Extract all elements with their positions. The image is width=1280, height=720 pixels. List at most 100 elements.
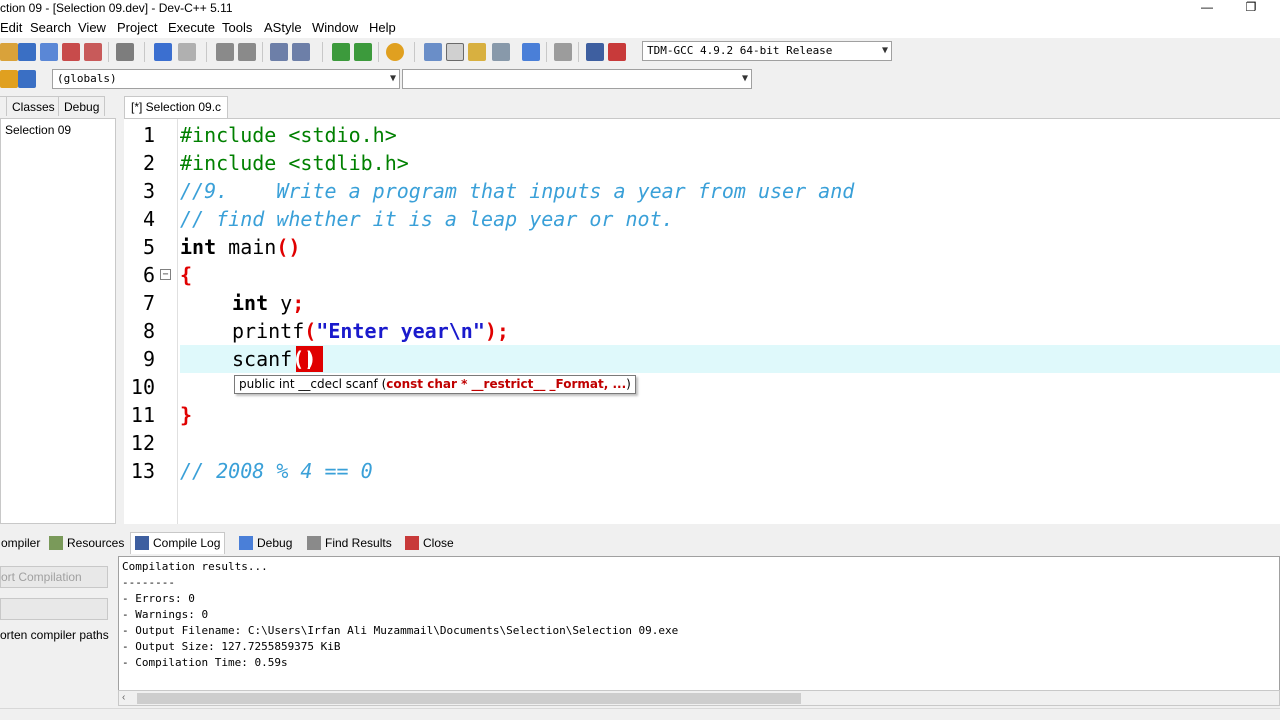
scroll-left-icon[interactable]: ‹ [122,691,125,705]
indent-icon[interactable] [270,43,288,61]
toolbar-separator [378,42,379,62]
check-syntax-icon[interactable] [522,43,540,61]
run-icon[interactable] [446,43,464,61]
close-all-icon[interactable] [84,43,102,61]
save-all-icon[interactable] [40,43,58,61]
function-hint-tooltip: public int __cdecl scanf (const char * _… [234,375,636,394]
shorten-paths-checkbox[interactable]: orten compiler paths [0,628,109,642]
title-bar: ction 09 - [Selection 09.dev] - Dev-C++ … [0,0,1280,18]
scope-select-value: (globals) [57,72,117,85]
menu-window[interactable]: Window [312,20,358,35]
tab-resources[interactable]: Resources [44,532,129,554]
menu-execute[interactable]: Execute [168,20,215,35]
code-line-6: { [180,263,193,287]
line-number: 7 [142,291,155,315]
main-toolbar: TDM-GCC 4.9.2 64-bit Release ▼ [0,38,1280,66]
tab-classes[interactable]: Classes [6,96,61,116]
paren-symbol: ); [484,319,509,343]
tab-find-results-label: Find Results [325,536,392,550]
string-literal: "Enter year\n" [316,319,485,343]
insert-icon[interactable] [18,70,36,88]
save-icon[interactable] [18,43,36,61]
undo-icon[interactable] [154,43,172,61]
profile-icon[interactable] [586,43,604,61]
line-number: 8 [142,319,155,343]
tree-item-project[interactable]: Selection 09 [5,123,71,137]
tab-compile-log[interactable]: Compile Log [130,532,226,554]
menu-bar: Edit Search View Project Execute Tools A… [0,18,1280,38]
tab-selection-09-c[interactable]: [*] Selection 09.c [124,96,229,118]
project-tree: Selection 09 [0,118,116,524]
menu-astyle[interactable]: AStyle [264,20,302,35]
menu-search[interactable]: Search [30,20,71,35]
project-panel: Classes Debug Selection 09 [0,96,118,524]
compile-controls: ort Compilation orten compiler paths [0,556,116,706]
log-horizontal-scrollbar[interactable]: ‹ [118,690,1280,706]
tab-debug-output[interactable]: Debug [234,532,297,554]
log-line: - Warnings: 0 [122,608,209,621]
tooltip-signature: public int __cdecl scanf ( [239,377,387,391]
toolbar-separator [322,42,323,62]
line-number-gutter: 1 2 3 4 5 6 7 8 9 10 11 12 13 − [124,119,178,524]
menu-view[interactable]: View [78,20,106,35]
find-icon[interactable] [216,43,234,61]
compiler-select[interactable]: TDM-GCC 4.9.2 64-bit Release ▼ [642,41,892,61]
compile-icon[interactable] [424,43,442,61]
close-file-icon[interactable] [62,43,80,61]
tab-find-results[interactable]: Find Results [302,532,397,554]
paren-symbol: ( [304,319,317,343]
new-file-icon[interactable] [0,43,18,61]
menu-edit[interactable]: Edit [0,20,22,35]
tab-debug-label: Debug [257,536,293,550]
keyword-int: int [232,291,269,315]
scrollbar-thumb[interactable] [137,693,801,704]
compile-log-icon [135,536,149,550]
delete-profile-icon[interactable] [608,43,626,61]
minimize-icon[interactable]: — [1184,0,1230,18]
menu-help[interactable]: Help [369,20,396,35]
code-line-9: scanf() [180,345,316,373]
restore-icon[interactable]: ❐ [1228,0,1274,18]
toolbar-separator [144,42,145,62]
compiler-select-value: TDM-GCC 4.9.2 64-bit Release [647,44,833,57]
log-line: - Compilation Time: 0.59s [122,656,288,669]
toolbar-separator [206,42,207,62]
code-line-13: // 2008 % 4 == 0 [180,459,373,483]
line-number: 5 [142,235,155,259]
rebuild-icon[interactable] [492,43,510,61]
log-line: - Output Size: 127.7255859375 KiB [122,640,341,653]
project-panel-tabs: Classes Debug [0,96,118,116]
editor-tabs: [*] Selection 09.c [122,96,1280,118]
line-number: 6 [142,263,155,287]
line-number: 11 [130,403,155,427]
menu-tools[interactable]: Tools [222,20,252,35]
fold-toggle-icon[interactable]: − [160,269,171,280]
scope-select[interactable]: (globals) ▼ [52,69,400,89]
tab-debug[interactable]: Debug [58,96,106,116]
menu-project[interactable]: Project [117,20,157,35]
goto-line-icon[interactable] [332,43,350,61]
compile-log: Compilation results... -------- - Errors… [118,556,1280,690]
code-editor[interactable]: 1 2 3 4 5 6 7 8 9 10 11 12 13 − #include… [124,118,1280,524]
identifier-y: y [268,291,293,315]
tab-close[interactable]: Close [400,532,459,554]
function-select[interactable]: ▼ [402,69,752,89]
line-number: 3 [142,179,155,203]
tab-compiler-label: ompiler [1,536,41,550]
abort-compilation-button[interactable]: ort Compilation [0,566,108,588]
redo-icon[interactable] [178,43,196,61]
tab-compiler[interactable]: ompiler [0,532,45,554]
bookmark-icon[interactable] [354,43,372,61]
compile-options-button[interactable] [0,598,108,620]
compile-run-icon[interactable] [468,43,486,61]
toggle-comment-icon[interactable] [386,43,404,61]
code-line-5: int main() [180,233,300,261]
semicolon-symbol: ; [292,291,305,315]
replace-icon[interactable] [238,43,256,61]
code-line-7: int y; [180,289,304,317]
unindent-icon[interactable] [292,43,310,61]
class-browser-icon[interactable] [0,70,18,88]
print-icon[interactable] [116,43,134,61]
stop-icon[interactable] [554,43,572,61]
code-line-2: #include <stdlib.h> [180,151,409,175]
